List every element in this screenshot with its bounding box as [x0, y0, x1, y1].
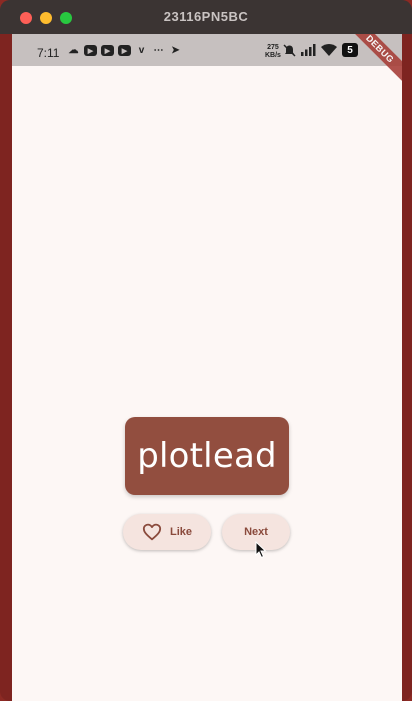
- current-word: plotlead: [137, 436, 277, 476]
- chat-bubble-icon: ☁: [68, 45, 79, 56]
- device-screen: 7:11 ☁ ▶ ▶ ▶ v ⋯ ➤ 275 KB/s 5 DEBUG plot…: [12, 34, 402, 701]
- app-window: 23116PN5BC 7:11 ☁ ▶ ▶ ▶ v ⋯ ➤ 275 KB/s 5…: [0, 0, 412, 701]
- wifi-icon: [321, 44, 337, 56]
- net-speed: 275 KB/s: [265, 44, 281, 60]
- status-time: 7:11: [37, 46, 60, 60]
- net-speed-unit: KB/s: [265, 52, 281, 59]
- like-button-label: Like: [169, 526, 192, 538]
- youtube-icon: ▶: [101, 45, 114, 56]
- heart-outline-icon: [142, 523, 162, 541]
- youtube-icon: ▶: [84, 45, 97, 56]
- vimeo-icon: v: [138, 45, 145, 56]
- youtube-icon: ▶: [118, 45, 131, 56]
- signal-icon: [301, 44, 316, 56]
- status-bar: 7:11 ☁ ▶ ▶ ▶ v ⋯ ➤ 275 KB/s 5 DEBUG: [12, 34, 402, 90]
- mouse-cursor-icon: [255, 541, 267, 559]
- system-icons: 5: [283, 43, 358, 57]
- message-icon: ⋯: [153, 45, 164, 56]
- window-title: 23116PN5BC: [163, 9, 249, 24]
- mute-icon: [283, 43, 296, 57]
- word-card: plotlead: [125, 417, 289, 495]
- window-titlebar: 23116PN5BC: [0, 0, 412, 34]
- net-speed-value: 275: [267, 44, 279, 51]
- telegram-icon: ➤: [171, 45, 180, 56]
- battery-icon: 5: [342, 43, 358, 57]
- next-button-label: Next: [244, 526, 268, 538]
- like-button[interactable]: Like: [123, 514, 211, 550]
- notification-icons: ☁ ▶ ▶ ▶ v ⋯ ➤: [67, 45, 182, 56]
